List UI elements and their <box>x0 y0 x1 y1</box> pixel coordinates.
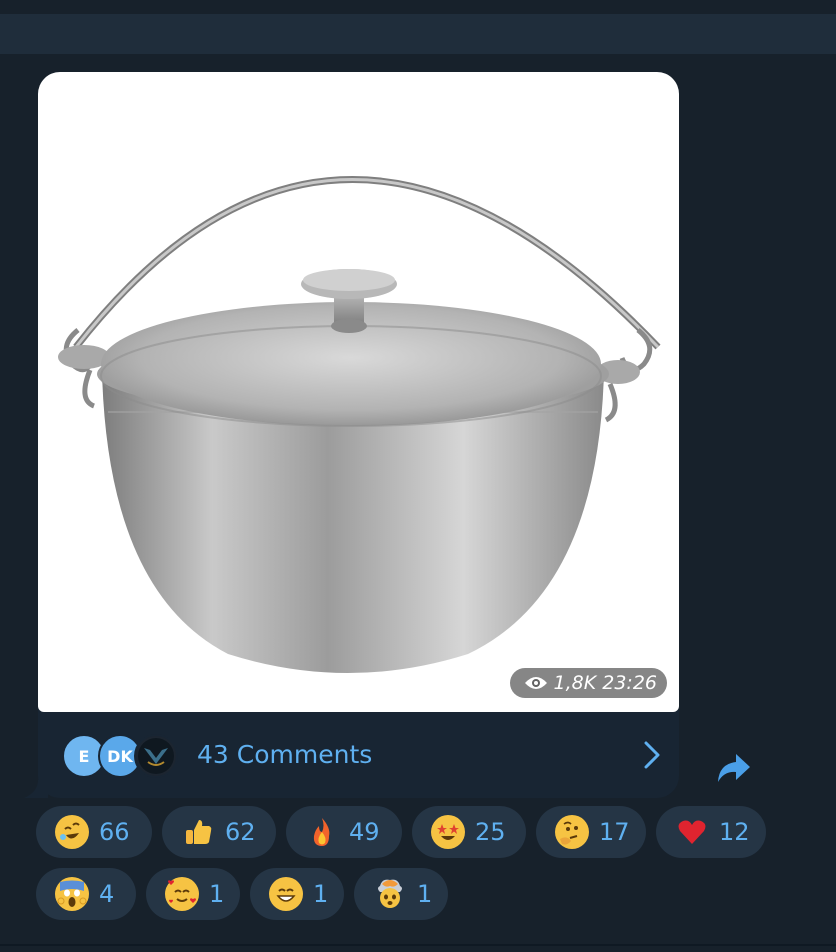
channel-post-bubble[interactable]: 1,8K 23:26 E DK 43 Comments <box>38 72 679 798</box>
reaction-count: 4 <box>99 880 115 908</box>
share-arrow-icon <box>718 754 750 782</box>
bubble-tail <box>24 780 48 798</box>
post-time: 23:26 <box>602 672 657 694</box>
thumbs-up-icon <box>181 815 215 849</box>
reaction-count: 1 <box>209 880 225 908</box>
reaction-fire[interactable]: 49 <box>286 806 402 858</box>
comments-button[interactable]: E DK 43 Comments <box>38 712 679 798</box>
reaction-screaming[interactable]: 4 <box>36 868 136 920</box>
reaction-count: 12 <box>719 818 750 846</box>
reaction-thumbs-up[interactable]: 62 <box>162 806 276 858</box>
reaction-rolling-laughing[interactable]: 66 <box>36 806 152 858</box>
reaction-count: 1 <box>417 880 433 908</box>
reaction-count: 62 <box>225 818 256 846</box>
reaction-count: 1 <box>313 880 329 908</box>
reaction-thinking[interactable]: 17 <box>536 806 646 858</box>
red-heart-icon <box>675 815 709 849</box>
avatar <box>134 734 178 778</box>
post-photo[interactable]: 1,8K 23:26 <box>38 72 679 712</box>
chevron-right-icon <box>643 740 661 774</box>
view-count-badge: 1,8K 23:26 <box>509 668 667 698</box>
comments-label: 43 Comments <box>197 740 373 769</box>
fire-icon <box>305 815 339 849</box>
view-count: 1,8K <box>553 672 597 694</box>
eye-icon <box>524 675 548 691</box>
reaction-beaming[interactable]: 1 <box>250 868 344 920</box>
commenter-avatars: E DK <box>62 734 182 778</box>
divider <box>0 944 836 946</box>
star-struck-icon <box>431 815 465 849</box>
window-top-strip <box>0 0 836 14</box>
thinking-face-icon <box>555 815 589 849</box>
chat-header-bar <box>0 14 836 54</box>
exploding-head-icon <box>373 877 407 911</box>
reaction-count: 49 <box>349 818 380 846</box>
rolling-on-floor-laughing-icon <box>55 815 89 849</box>
cauldron-pot-image <box>58 176 661 673</box>
reaction-heart[interactable]: 12 <box>656 806 766 858</box>
reaction-count: 66 <box>99 818 130 846</box>
reaction-count: 25 <box>475 818 506 846</box>
reaction-exploding-head[interactable]: 1 <box>354 868 448 920</box>
face-screaming-in-fear-icon <box>55 877 89 911</box>
reaction-star-struck[interactable]: 25 <box>412 806 526 858</box>
beaming-face-icon <box>269 877 303 911</box>
avatar-picture <box>138 738 174 774</box>
reaction-smiling-hearts[interactable]: 1 <box>146 868 240 920</box>
share-button[interactable] <box>714 750 754 786</box>
smiling-face-with-hearts-icon <box>165 877 199 911</box>
reaction-count: 17 <box>599 818 630 846</box>
